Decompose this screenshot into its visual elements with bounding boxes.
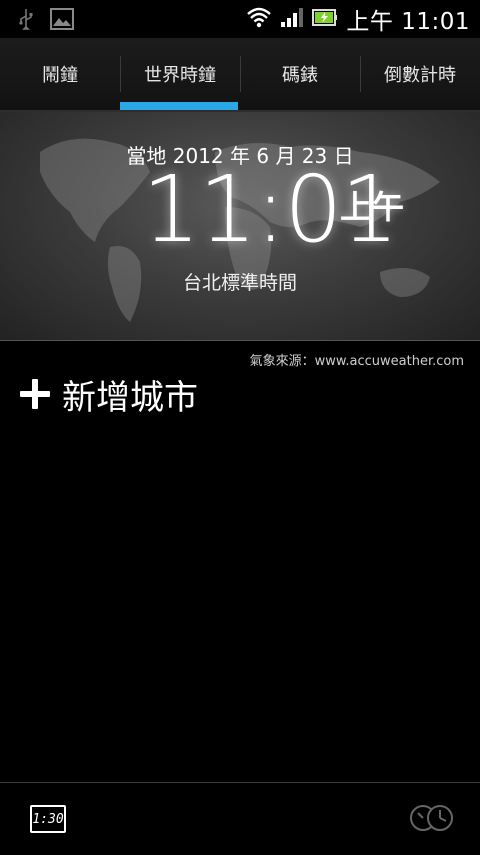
wifi-icon bbox=[246, 6, 272, 32]
status-time: 上午 11:01 bbox=[346, 9, 470, 35]
usb-icon bbox=[18, 8, 34, 34]
local-timezone: 台北標準時間 bbox=[182, 272, 297, 294]
status-bar: 上午 11:01 bbox=[0, 0, 480, 38]
plus-icon bbox=[18, 377, 52, 411]
bottom-bar: 1:30 bbox=[0, 782, 480, 855]
weather-source-link[interactable]: 氣象來源：www.accuweather.com bbox=[250, 350, 464, 369]
tab-bar: 鬧鐘 世界時鐘 碼錶 倒數計時 bbox=[0, 38, 480, 112]
local-ampm: 上午 bbox=[340, 188, 405, 226]
digital-clock-label: 1:30 bbox=[32, 811, 64, 827]
image-icon bbox=[50, 8, 74, 34]
tab-world-clock[interactable]: 世界時鐘 bbox=[120, 38, 240, 110]
add-city-button[interactable]: 新增城市 bbox=[18, 370, 198, 418]
tab-timer[interactable]: 倒數計時 bbox=[360, 38, 480, 110]
local-clock-panel: 當地 2012 年 6 月 23 日 11:01 上午 台北標準時間 bbox=[0, 112, 480, 341]
signal-icon bbox=[280, 6, 304, 32]
add-city-label: 新增城市 bbox=[62, 377, 198, 418]
tab-stopwatch[interactable]: 碼錶 bbox=[240, 38, 360, 110]
digital-clock-icon[interactable]: 1:30 bbox=[30, 805, 66, 833]
tab-alarm[interactable]: 鬧鐘 bbox=[0, 38, 120, 110]
battery-icon bbox=[312, 6, 338, 32]
analog-clock-icon[interactable] bbox=[408, 803, 456, 837]
